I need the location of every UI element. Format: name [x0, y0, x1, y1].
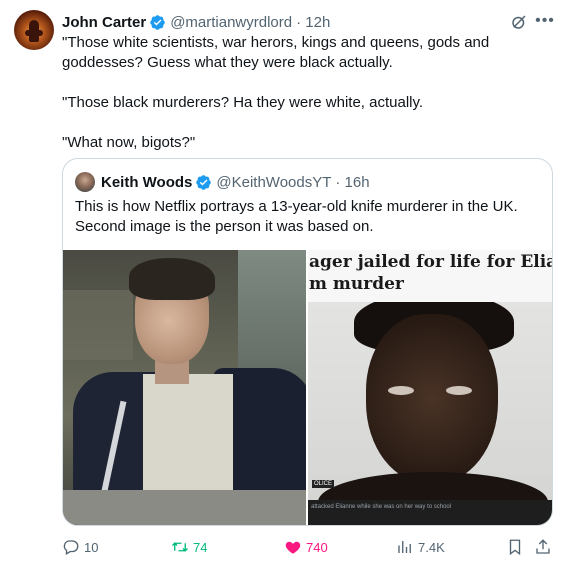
- reply-icon: [63, 540, 79, 555]
- reply-button[interactable]: 10: [62, 536, 98, 558]
- quoted-tweet-text: This is how Netflix portrays a 13-year-o…: [75, 198, 518, 235]
- like-icon: [285, 541, 301, 554]
- bookmark-button[interactable]: [506, 536, 524, 558]
- quoted-author-name: Keith Woods: [101, 173, 193, 191]
- more-icon[interactable]: •••: [535, 11, 555, 31]
- quoted-tweet-header: Keith Woods @KeithWoodsYT · 16h: [101, 172, 370, 192]
- retweet-button[interactable]: 74: [171, 536, 207, 558]
- like-button[interactable]: 740: [284, 536, 328, 558]
- retweet-count: 74: [193, 539, 208, 555]
- share-button[interactable]: [534, 536, 552, 558]
- quoted-image-news-article[interactable]: ager jailed for life for Eliann m murder…: [308, 250, 552, 525]
- views-button[interactable]: 7.4K: [396, 536, 445, 558]
- share-icon: [536, 539, 550, 554]
- tweet-text: "Those white scientists, war herors, kin…: [62, 33, 542, 153]
- grok-icon[interactable]: [510, 13, 528, 31]
- verified-badge-icon: [196, 174, 212, 190]
- police-tag: OLICE: [312, 480, 335, 488]
- tweet-text-line: "Those black murderers? Ha they were whi…: [62, 94, 424, 111]
- mugshot-photo: OLICE: [308, 302, 552, 500]
- author-handle[interactable]: @martianwyrdlord: [170, 14, 292, 31]
- news-headline-line: m murder: [309, 274, 404, 294]
- author-avatar[interactable]: [14, 10, 54, 50]
- tweet[interactable]: John Carter @martianwyrdlord · 12h ••• "…: [0, 0, 568, 568]
- author-name[interactable]: John Carter: [62, 14, 146, 31]
- news-headline: ager jailed for life for Eliann m murder: [308, 250, 552, 302]
- tweet-actions: 10 74 740 7.4K: [62, 536, 554, 558]
- news-caption: attacked Elianne while she was on her wa…: [308, 500, 552, 525]
- retweet-icon: [172, 542, 188, 552]
- views-icon: [398, 541, 411, 553]
- views-count: 7.4K: [418, 539, 445, 555]
- tweet-time[interactable]: · 12h: [296, 14, 330, 31]
- like-count: 740: [306, 539, 328, 555]
- quoted-image-netflix-still[interactable]: [63, 250, 306, 525]
- quoted-tweet-time: · 16h: [335, 173, 370, 191]
- quoted-author-avatar: [75, 172, 95, 192]
- verified-badge-icon: [150, 14, 165, 30]
- reply-count: 10: [84, 539, 99, 555]
- tweet-header: John Carter @martianwyrdlord · 12h: [62, 12, 330, 32]
- bookmark-icon: [509, 539, 521, 556]
- quoted-author-handle: @KeithWoodsYT: [216, 173, 332, 191]
- quoted-tweet[interactable]: Keith Woods @KeithWoodsYT · 16h This is …: [62, 158, 553, 526]
- tweet-text-line: "Those white scientists, war herors, kin…: [62, 34, 490, 71]
- news-headline-line: ager jailed for life for Eliann: [309, 252, 552, 272]
- tweet-text-line: "What now, bigots?": [62, 134, 196, 151]
